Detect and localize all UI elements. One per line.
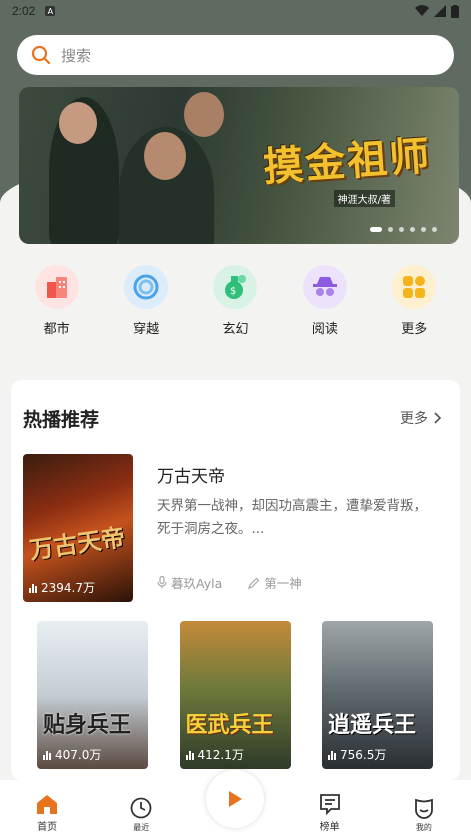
search-placeholder: 搜索 bbox=[61, 46, 92, 65]
category-label: 更多 bbox=[401, 322, 428, 337]
cover-title: 医武兵王 bbox=[185, 712, 274, 738]
search-bar[interactable]: 搜索 bbox=[17, 35, 454, 75]
carousel-dot[interactable] bbox=[399, 227, 404, 232]
carousel-dots bbox=[370, 227, 437, 232]
tab-ranking[interactable]: 榜单 bbox=[300, 793, 360, 833]
wifi-icon bbox=[415, 5, 429, 17]
search-icon bbox=[31, 45, 51, 65]
banner-title: 摸金祖师 bbox=[261, 132, 433, 191]
potion-icon: $ bbox=[213, 265, 258, 309]
more-link[interactable]: 更多 bbox=[400, 408, 442, 428]
featured-book-cover[interactable]: 万古天帝 2394.7万 bbox=[23, 454, 133, 602]
signal-icon bbox=[434, 5, 446, 17]
play-count-value: 756.5万 bbox=[340, 748, 387, 762]
banner-figure bbox=[59, 102, 97, 144]
incognito-icon bbox=[302, 265, 347, 309]
play-count-icon bbox=[185, 750, 194, 760]
play-count-icon bbox=[328, 750, 336, 760]
status-icons bbox=[415, 4, 459, 18]
play-count-icon bbox=[43, 750, 51, 760]
category-reading[interactable]: 阅读 bbox=[290, 265, 360, 340]
book-cover[interactable]: 逍遥兵王 756.5万 bbox=[322, 621, 433, 769]
carousel-dot[interactable] bbox=[410, 227, 415, 232]
book-cover[interactable]: 贴身兵王 407.0万 bbox=[37, 621, 148, 769]
tab-label: 首页 bbox=[37, 822, 58, 833]
carousel-dot[interactable] bbox=[370, 227, 382, 232]
status-bar: 2:02 A bbox=[0, 0, 471, 22]
chevron-right-icon bbox=[434, 412, 442, 424]
play-count-value: 407.0万 bbox=[55, 748, 102, 762]
category-more[interactable]: 更多 bbox=[379, 265, 449, 340]
pen-icon bbox=[248, 577, 260, 589]
play-count: 407.0万 bbox=[43, 746, 101, 763]
banner-figure bbox=[184, 92, 224, 137]
category-time-travel[interactable]: 穿越 bbox=[111, 265, 181, 340]
carousel-dot[interactable] bbox=[432, 227, 437, 232]
carousel-dot[interactable] bbox=[421, 227, 426, 232]
play-count: 412.1万 bbox=[185, 746, 244, 763]
tab-label: 我的 bbox=[415, 823, 432, 832]
cover-title: 逍遥兵王 bbox=[328, 712, 417, 738]
home-icon bbox=[37, 795, 58, 814]
category-label: 玄幻 bbox=[222, 322, 249, 337]
banner-carousel[interactable]: 摸金祖师 神涯大叔/著 bbox=[19, 87, 459, 244]
category-city[interactable]: 都市 bbox=[22, 265, 92, 340]
carousel-dot[interactable] bbox=[388, 227, 393, 232]
player-button[interactable] bbox=[206, 770, 264, 828]
play-icon bbox=[229, 791, 242, 807]
svg-text:$: $ bbox=[230, 286, 236, 297]
banner-author: 神涯大叔/著 bbox=[333, 190, 395, 207]
tab-label: 榜单 bbox=[319, 822, 340, 833]
notification-icon: A bbox=[45, 6, 56, 16]
tab-mine[interactable]: 我的 bbox=[394, 797, 454, 833]
category-row: 都市 穿越 $ 玄幻 阅读 更多 bbox=[0, 265, 471, 340]
banner-figure bbox=[144, 132, 186, 180]
narrator-name: 暮玖Ayla bbox=[171, 576, 223, 591]
author-name: 第一神 bbox=[264, 576, 302, 591]
battery-icon bbox=[451, 4, 459, 18]
cover-title: 万古天帝 bbox=[27, 522, 127, 565]
featured-book-meta: 暮玖Ayla 第一神 bbox=[157, 573, 302, 592]
play-count-value: 2394.7万 bbox=[41, 581, 95, 595]
tab-label: 最近 bbox=[133, 823, 150, 832]
tab-home[interactable]: 首页 bbox=[17, 793, 77, 833]
profile-icon bbox=[414, 798, 433, 819]
hot-recommend-card: 热播推荐 更多 万古天帝 2394.7万 万古天帝 天界第一战神，却因功高震主，… bbox=[11, 380, 460, 780]
microphone-icon bbox=[157, 576, 167, 589]
tab-recent[interactable]: 最近 bbox=[111, 797, 171, 833]
swirl-icon bbox=[124, 265, 169, 309]
featured-book-title[interactable]: 万古天帝 bbox=[157, 462, 225, 487]
book-cover[interactable]: 医武兵王 412.1万 bbox=[179, 621, 291, 769]
category-label: 阅读 bbox=[311, 322, 338, 337]
grid-icon bbox=[392, 265, 437, 309]
status-time: 2:02 bbox=[12, 4, 36, 18]
featured-book-description: 天界第一战神，却因功高震主，遭挚爱背叛，死于洞房之夜。... bbox=[157, 498, 427, 537]
play-count-icon bbox=[29, 583, 37, 593]
book-grid: 贴身兵王 407.0万 医武兵王 412.1万 逍遥兵王 756.5万 bbox=[37, 621, 433, 769]
play-count-value: 412.1万 bbox=[197, 748, 244, 762]
category-fantasy[interactable]: $ 玄幻 bbox=[200, 265, 270, 340]
category-label: 穿越 bbox=[133, 322, 160, 337]
cover-title: 贴身兵王 bbox=[43, 712, 132, 738]
clock-icon bbox=[130, 797, 152, 819]
more-label: 更多 bbox=[400, 411, 428, 427]
play-count: 756.5万 bbox=[328, 746, 386, 763]
list-icon bbox=[319, 794, 340, 815]
category-label: 都市 bbox=[43, 322, 70, 337]
city-icon bbox=[34, 265, 79, 309]
play-count: 2394.7万 bbox=[29, 579, 95, 596]
section-title: 热播推荐 bbox=[23, 409, 100, 431]
